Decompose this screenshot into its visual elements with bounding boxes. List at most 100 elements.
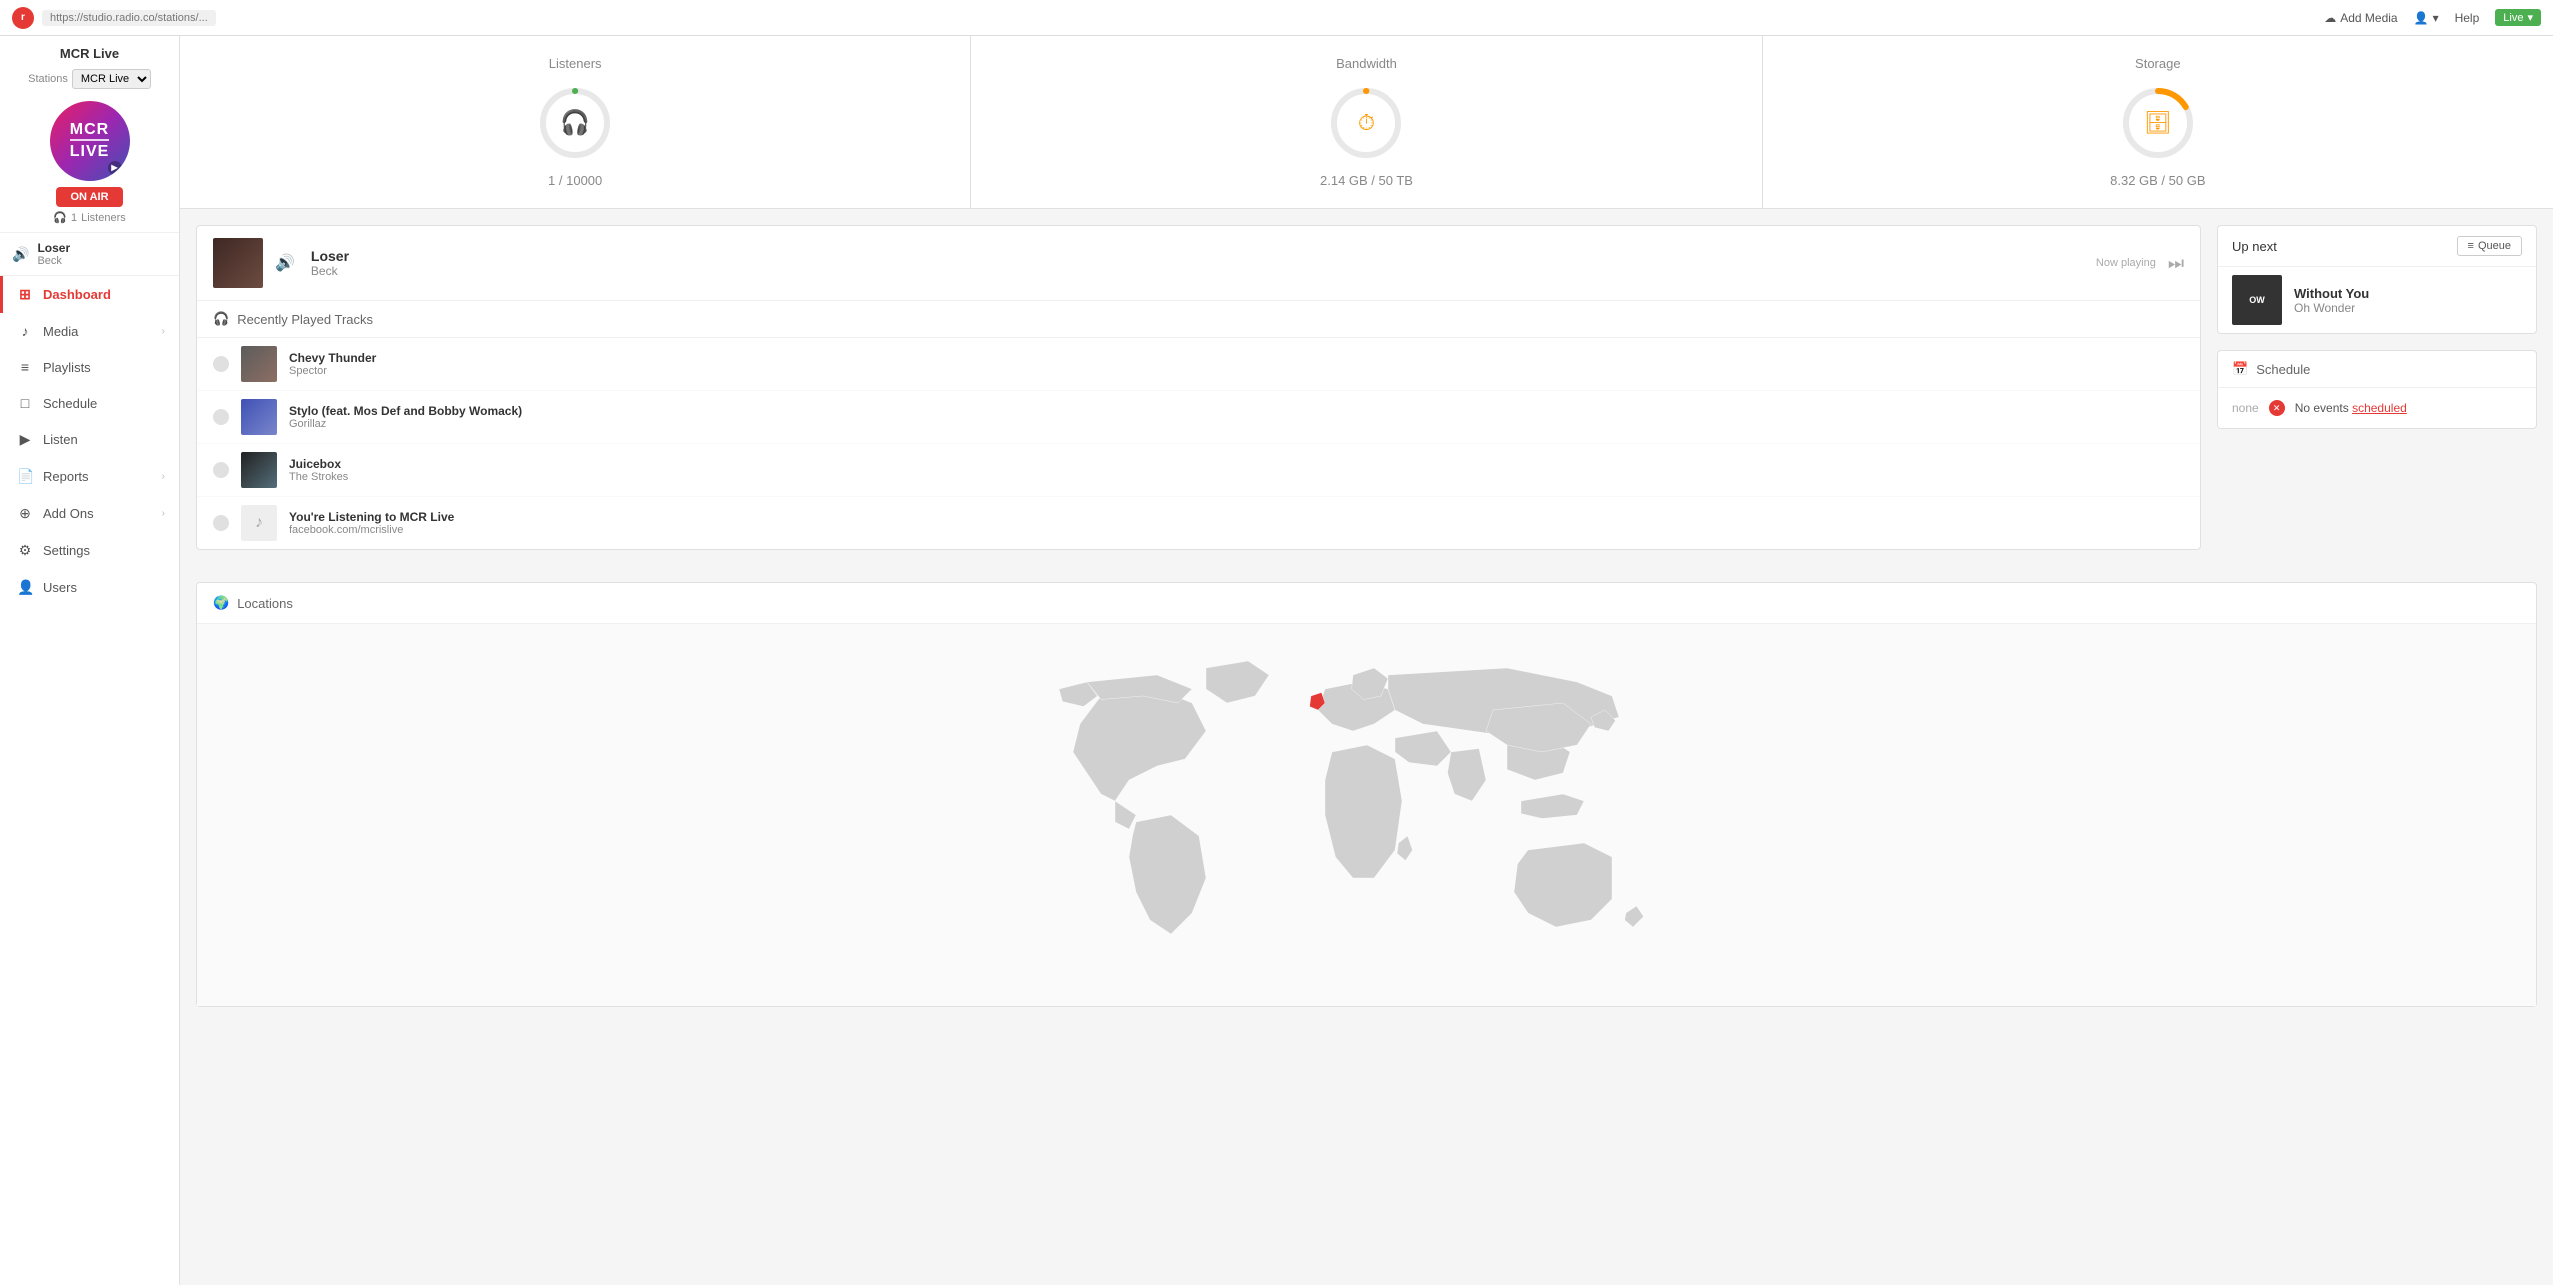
track-thumbnail [241, 452, 277, 488]
help-button[interactable]: Help [2455, 11, 2480, 25]
sidebar-nav: ⊞ Dashboard ♪ Media › ≡ Playlists □ Sche… [0, 276, 179, 606]
schedule-card: 📅 Schedule none ✕ No events scheduled [2217, 350, 2537, 429]
globe-icon: 🌍 [213, 595, 229, 611]
topbar-url: https://studio.radio.co/stations/... [42, 10, 216, 26]
bandwidth-stat: Bandwidth ⏱ 2.14 GB / 50 TB [971, 36, 1762, 208]
user-icon: 👤 [2414, 11, 2429, 25]
recently-played-label: Recently Played Tracks [237, 312, 373, 327]
live-status-badge[interactable]: Live ▾ [2495, 9, 2541, 26]
schedule-header: 📅 Schedule [2218, 351, 2536, 388]
listeners-info: 🎧 1 Listeners [53, 211, 125, 224]
cloud-upload-icon: ☁ [2324, 11, 2336, 25]
table-row: Chevy Thunder Spector [197, 338, 2200, 391]
table-row: Stylo (feat. Mos Def and Bobby Womack) G… [197, 391, 2200, 444]
sidebar-item-schedule[interactable]: □ Schedule [0, 385, 179, 421]
listeners-title: Listeners [549, 56, 602, 71]
bandwidth-title: Bandwidth [1336, 56, 1397, 71]
sidebar-now-playing: 🔊 Loser Beck [0, 232, 179, 276]
up-next-card: Up next ≡ Queue OW Without You Oh Wonder [2217, 225, 2537, 334]
listeners-circle: 🎧 [535, 83, 615, 163]
schedule-none-label: none [2232, 401, 2259, 415]
avatar-line2: LIVE [70, 139, 110, 161]
schedule-body: none ✕ No events scheduled [2218, 388, 2536, 428]
track-number [213, 462, 229, 478]
track-thumbnail [241, 399, 277, 435]
up-next-album-art: OW [2232, 275, 2282, 325]
nav-label-reports: Reports [43, 469, 152, 484]
calendar-icon: 📅 [2232, 361, 2248, 377]
sidebar-item-settings[interactable]: ⚙ Settings [0, 532, 179, 569]
now-playing-label: Now playing [2096, 257, 2156, 269]
volume-icon: 🔊 [275, 253, 295, 273]
list-icon: ≡ [2468, 240, 2474, 252]
locations-title: Locations [237, 596, 293, 611]
storage-circle: 🗄 [2118, 83, 2198, 163]
add-media-button[interactable]: ☁ Add Media [2324, 11, 2397, 25]
nav-label-dashboard: Dashboard [43, 287, 165, 302]
topbar: r https://studio.radio.co/stations/... ☁… [0, 0, 2553, 36]
stations-select[interactable]: MCR Live [72, 69, 151, 89]
main-content: Listeners 🎧 1 / 10000 Bandwidth [180, 36, 2553, 1285]
sidebar-item-media[interactable]: ♪ Media › [0, 313, 179, 349]
station-name: MCR Live [0, 36, 179, 65]
topbar-right: ☁ Add Media 👤 ▾ Help Live ▾ [2324, 9, 2541, 26]
recently-played-header: 🎧 Recently Played Tracks [197, 301, 2200, 338]
nav-label-settings: Settings [43, 543, 165, 558]
nav-label-media: Media [43, 324, 152, 339]
now-playing-details: Loser Beck [311, 248, 1191, 278]
stations-label: Stations [28, 73, 68, 85]
on-air-button[interactable]: ON AIR [56, 187, 122, 207]
dashboard-area: 🔊 Loser Beck Now playing ⏭ 🎧 Recently Pl… [180, 209, 2553, 582]
sidebar-item-users[interactable]: 👤 Users [0, 569, 179, 606]
sidebar-item-reports[interactable]: 📄 Reports › [0, 458, 179, 495]
user-menu-button[interactable]: 👤 ▾ [2414, 11, 2439, 25]
play-icon[interactable]: ▶ [108, 161, 122, 175]
listeners-stat: Listeners 🎧 1 / 10000 [180, 36, 971, 208]
sidebar: MCR Live Stations MCR Live MCR LIVE ▶ ON… [0, 36, 180, 1285]
skip-button[interactable]: ⏭ [2168, 253, 2184, 274]
track-thumbnail: ♪ [241, 505, 277, 541]
avatar-line1: MCR [70, 121, 110, 139]
now-playing-card: 🔊 Loser Beck Now playing ⏭ 🎧 Recently Pl… [196, 225, 2201, 550]
track-artist: Gorillaz [289, 418, 2184, 430]
track-title: Juicebox [289, 457, 2184, 471]
listeners-count: 1 [71, 212, 77, 224]
stations-row: Stations MCR Live [0, 65, 179, 93]
track-list: Chevy Thunder Spector Stylo (feat. Mos D… [197, 338, 2200, 549]
chevron-down-icon: ▾ [2433, 11, 2439, 25]
table-row: Juicebox The Strokes [197, 444, 2200, 497]
headphones-section-icon: 🎧 [213, 311, 229, 327]
no-events-icon: ✕ [2269, 400, 2285, 416]
schedule-title: Schedule [2256, 362, 2310, 377]
track-title: You're Listening to MCR Live [289, 510, 2184, 524]
topbar-left: r https://studio.radio.co/stations/... [12, 7, 216, 29]
dashboard-right: Up next ≡ Queue OW Without You Oh Wonder [2217, 225, 2537, 566]
avatar-area: MCR LIVE ▶ ON AIR 🎧 1 Listeners [0, 93, 179, 232]
sidebar-item-listen[interactable]: ▶ Listen [0, 421, 179, 458]
playlists-icon: ≡ [17, 359, 33, 375]
now-playing-header: 🔊 Loser Beck Now playing ⏭ [197, 226, 2200, 301]
dashboard-icon: ⊞ [17, 286, 33, 303]
stats-row: Listeners 🎧 1 / 10000 Bandwidth [180, 36, 2553, 209]
sidebar-item-dashboard[interactable]: ⊞ Dashboard [0, 276, 179, 313]
chevron-right-icon: › [162, 326, 165, 337]
media-icon: ♪ [17, 323, 33, 339]
table-row: ♪ You're Listening to MCR Live facebook.… [197, 497, 2200, 549]
up-next-content: OW Without You Oh Wonder [2218, 266, 2536, 333]
now-playing-thumbnail [213, 238, 263, 288]
sidebar-item-add-ons[interactable]: ⊕ Add Ons › [0, 495, 179, 532]
locations-card: 🌍 Locations [196, 582, 2537, 1007]
listeners-label: Listeners [81, 212, 126, 224]
listen-icon: ▶ [17, 431, 33, 448]
sidebar-item-playlists[interactable]: ≡ Playlists [0, 349, 179, 385]
scheduled-link[interactable]: scheduled [2352, 401, 2407, 415]
volume-icon: 🔊 [12, 246, 29, 263]
track-artist: facebook.com/mcrislive [289, 524, 2184, 536]
up-next-label: Up next [2232, 239, 2277, 254]
chevron-right-icon-addons: › [162, 508, 165, 519]
headphones-icon: 🎧 [53, 211, 67, 224]
track-thumbnail [241, 346, 277, 382]
up-next-artist: Oh Wonder [2294, 301, 2522, 315]
bandwidth-circle: ⏱ [1326, 83, 1406, 163]
queue-button[interactable]: ≡ Queue [2457, 236, 2522, 256]
